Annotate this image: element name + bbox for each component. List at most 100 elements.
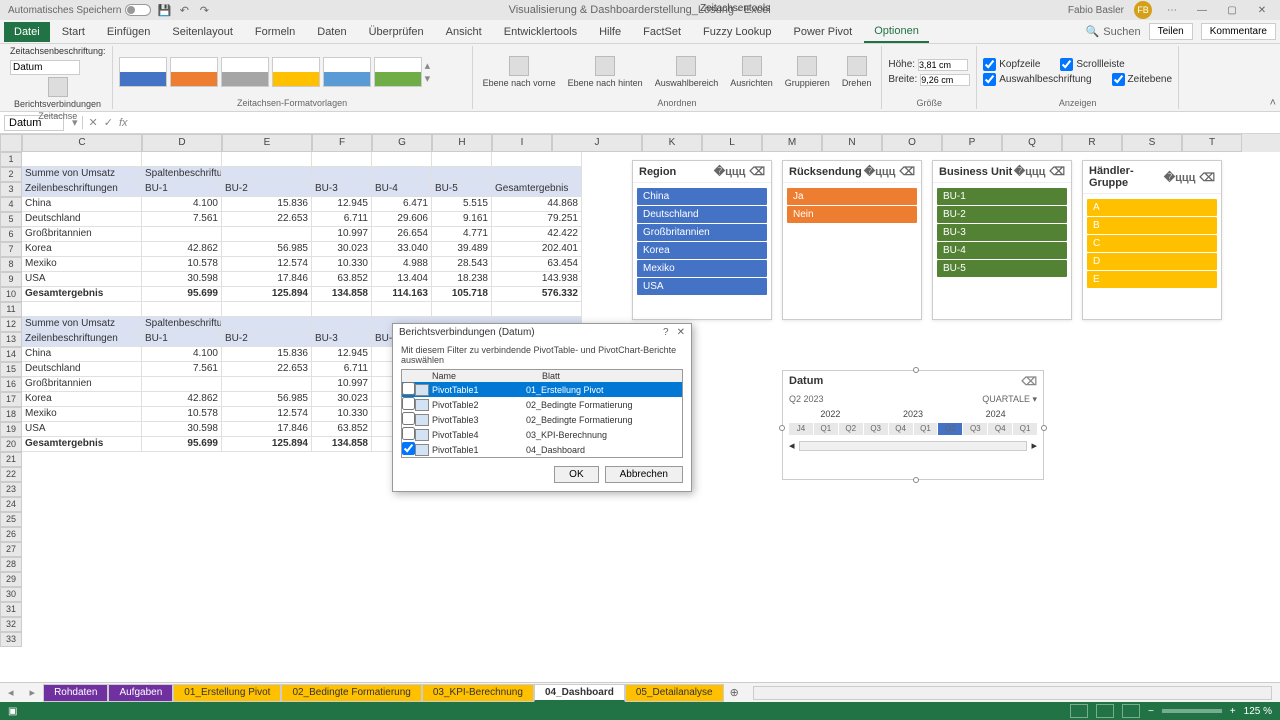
- cell[interactable]: 13.404: [372, 272, 432, 287]
- col-header[interactable]: H: [432, 134, 492, 152]
- tab-developer[interactable]: Entwicklertools: [494, 22, 587, 42]
- slicer-item[interactable]: Großbritannien: [637, 224, 767, 241]
- cell[interactable]: USA: [22, 272, 142, 287]
- share-button[interactable]: Teilen: [1149, 23, 1193, 40]
- zoom-in-icon[interactable]: +: [1230, 706, 1236, 717]
- timeline-datum[interactable]: Datum⌫ Q2 2023QUARTALE ▾ 202220232024 J4…: [782, 370, 1044, 480]
- cell[interactable]: 22.653: [222, 362, 312, 377]
- multiselect-icon[interactable]: �ццц: [714, 165, 746, 178]
- col-header[interactable]: K: [642, 134, 702, 152]
- row-header[interactable]: 23: [0, 482, 22, 497]
- view-layout-icon[interactable]: [1096, 704, 1114, 718]
- slicer-item[interactable]: Ja: [787, 188, 917, 205]
- cell[interactable]: 4.100: [142, 197, 222, 212]
- clear-filter-icon[interactable]: ⌫: [899, 165, 915, 178]
- row-header[interactable]: 14: [0, 347, 22, 362]
- clear-filter-icon[interactable]: ⌫: [1021, 375, 1037, 388]
- row-header[interactable]: 31: [0, 602, 22, 617]
- row-header[interactable]: 6: [0, 227, 22, 242]
- row-checkbox[interactable]: [402, 412, 415, 425]
- cell[interactable]: 10.997: [312, 227, 372, 242]
- slicer-item[interactable]: B: [1087, 217, 1217, 234]
- cell[interactable]: 12.945: [312, 347, 372, 362]
- cell[interactable]: 63.454: [492, 257, 582, 272]
- cell[interactable]: BU-2: [222, 182, 312, 197]
- tab-help[interactable]: Hilfe: [589, 22, 631, 42]
- cell[interactable]: 125.894: [222, 437, 312, 452]
- caption-input[interactable]: [10, 60, 80, 75]
- cell[interactable]: 202.401: [492, 242, 582, 257]
- align-button[interactable]: Ausrichten: [726, 54, 777, 90]
- multiselect-icon[interactable]: �ццц: [1164, 171, 1196, 184]
- row-header[interactable]: 20: [0, 437, 22, 452]
- close-icon[interactable]: ✕: [677, 327, 685, 338]
- cell[interactable]: Deutschland: [22, 212, 142, 227]
- cell[interactable]: Großbritannien: [22, 377, 142, 392]
- cell[interactable]: 30.023: [312, 242, 372, 257]
- sheet-nav-next-icon[interactable]: ▸: [22, 686, 44, 699]
- cell[interactable]: 12.945: [312, 197, 372, 212]
- cell[interactable]: [372, 152, 432, 167]
- cell[interactable]: 42.422: [492, 227, 582, 242]
- cell[interactable]: BU-3: [312, 332, 372, 347]
- cell[interactable]: Zeilenbeschriftungen: [22, 332, 142, 347]
- row-header[interactable]: 21: [0, 452, 22, 467]
- slicer-region[interactable]: Region�ццц⌫ ChinaDeutschlandGroßbritanni…: [632, 160, 772, 320]
- cell[interactable]: Korea: [22, 392, 142, 407]
- slicer-dealer[interactable]: Händler-Gruppe�ццц⌫ ABCDE: [1082, 160, 1222, 320]
- clear-filter-icon[interactable]: ⌫: [1049, 165, 1065, 178]
- row-header[interactable]: 22: [0, 467, 22, 482]
- search-box[interactable]: 🔍Suchen: [1086, 25, 1141, 38]
- cell[interactable]: BU-1: [142, 332, 222, 347]
- cell[interactable]: 22.653: [222, 212, 312, 227]
- cell[interactable]: 5.515: [432, 197, 492, 212]
- cell[interactable]: [312, 167, 372, 182]
- row-header[interactable]: 27: [0, 542, 22, 557]
- cell[interactable]: [432, 167, 492, 182]
- cell[interactable]: Spaltenbeschriftungen: [142, 167, 222, 182]
- row-header[interactable]: 13: [0, 332, 22, 347]
- slicer-item[interactable]: China: [637, 188, 767, 205]
- view-break-icon[interactable]: [1122, 704, 1140, 718]
- col-header[interactable]: I: [492, 134, 552, 152]
- bring-forward-button[interactable]: Ebene nach vorne: [479, 54, 560, 90]
- tab-pagelayout[interactable]: Seitenlayout: [162, 22, 243, 42]
- slicer-item[interactable]: BU-2: [937, 206, 1067, 223]
- cell[interactable]: 10.330: [312, 407, 372, 422]
- sheet-tab[interactable]: Rohdaten: [43, 684, 108, 702]
- cell[interactable]: [22, 302, 142, 317]
- cell[interactable]: [142, 377, 222, 392]
- tab-options[interactable]: Optionen: [864, 21, 929, 43]
- scroll-right-icon[interactable]: ▸: [1031, 439, 1037, 452]
- zoom-out-icon[interactable]: −: [1148, 706, 1154, 717]
- cell[interactable]: Zeilenbeschriftungen: [22, 182, 142, 197]
- cell[interactable]: BU-5: [432, 182, 492, 197]
- selection-pane-button[interactable]: Auswahlbereich: [651, 54, 723, 90]
- undo-icon[interactable]: ↶: [177, 3, 191, 17]
- chk-sellabel[interactable]: Auswahlbeschriftung: [983, 73, 1091, 86]
- row-header[interactable]: 29: [0, 572, 22, 587]
- row-header[interactable]: 25: [0, 512, 22, 527]
- cell[interactable]: [142, 302, 222, 317]
- cell[interactable]: [222, 227, 312, 242]
- row-header[interactable]: 5: [0, 212, 22, 227]
- row-header[interactable]: 32: [0, 617, 22, 632]
- col-header[interactable]: L: [702, 134, 762, 152]
- row-header[interactable]: 24: [0, 497, 22, 512]
- cell[interactable]: Summe von Umsatz: [22, 317, 142, 332]
- sheet-nav-prev-icon[interactable]: ◂: [0, 686, 22, 699]
- cell[interactable]: 10.578: [142, 257, 222, 272]
- slicer-item[interactable]: BU-3: [937, 224, 1067, 241]
- slicer-bu[interactable]: Business Unit�ццц⌫ BU-1BU-2BU-3BU-4BU-5: [932, 160, 1072, 320]
- ok-button[interactable]: OK: [554, 466, 598, 483]
- row-header[interactable]: 18: [0, 407, 22, 422]
- dialog-list-row[interactable]: PivotTable202_Bedingte Formatierung: [402, 397, 682, 412]
- row-header[interactable]: 33: [0, 632, 22, 647]
- slicer-item[interactable]: BU-5: [937, 260, 1067, 277]
- cell[interactable]: 26.654: [372, 227, 432, 242]
- cell[interactable]: 95.699: [142, 287, 222, 302]
- close-icon[interactable]: ✕: [1252, 5, 1272, 16]
- cell[interactable]: 30.023: [312, 392, 372, 407]
- row-checkbox[interactable]: [402, 382, 415, 395]
- col-header[interactable]: G: [372, 134, 432, 152]
